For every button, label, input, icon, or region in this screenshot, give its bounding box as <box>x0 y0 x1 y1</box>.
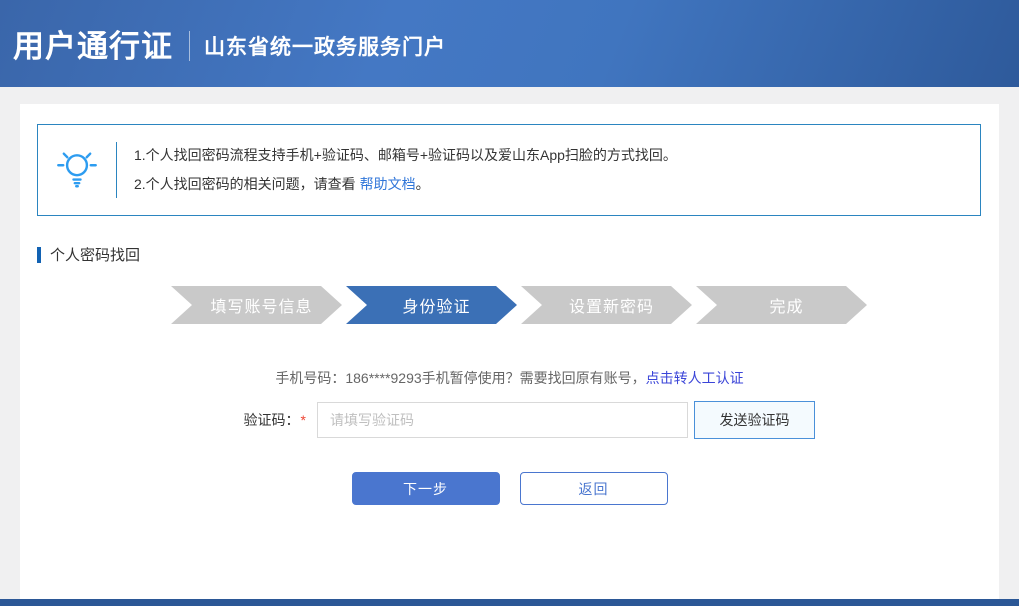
brand-divider <box>189 31 190 61</box>
footer-bar <box>0 599 1019 606</box>
section-title-bar <box>37 247 41 263</box>
required-asterisk: * <box>301 412 306 428</box>
captcha-label: 验证码：* <box>238 410 306 430</box>
site-brand: 用户通行证 <box>13 21 173 66</box>
portal-name: 山东省统一政务服务门户 <box>204 31 446 61</box>
step-identity-verification: 身份验证 <box>346 286 517 324</box>
steps-bar: 填写账号信息 身份验证 设置新密码 完成 <box>19 286 1019 324</box>
back-button[interactable]: 返回 <box>520 472 668 505</box>
captcha-input[interactable] <box>317 402 688 438</box>
notice-line-1: 1.个人找回密码流程支持手机+验证码、邮箱号+验证码以及爱山东App扫脸的方式找… <box>134 141 980 170</box>
step-complete: 完成 <box>696 286 867 324</box>
notice-icon-cell <box>38 125 116 215</box>
captcha-form-row: 验证码：* 发送验证码 <box>238 401 815 439</box>
section-title: 个人密码找回 <box>37 244 140 265</box>
send-code-button[interactable]: 发送验证码 <box>694 401 815 439</box>
help-doc-link[interactable]: 帮助文档 <box>360 176 416 192</box>
notice-box: 1.个人找回密码流程支持手机+验证码、邮箱号+验证码以及爱山东App扫脸的方式找… <box>37 124 981 216</box>
step-fill-account-info: 填写账号信息 <box>171 286 342 324</box>
phone-notice-text: 手机号码：186****9293手机暂停使用？需要找回原有账号， <box>275 370 645 386</box>
next-step-button[interactable]: 下一步 <box>352 472 500 505</box>
section-title-label: 个人密码找回 <box>50 244 140 265</box>
phone-notice: 手机号码：186****9293手机暂停使用？需要找回原有账号，点击转人工认证 <box>0 368 1019 388</box>
notice-text: 1.个人找回密码流程支持手机+验证码、邮箱号+验证码以及爱山东App扫脸的方式找… <box>117 125 980 215</box>
step-set-new-password: 设置新密码 <box>521 286 692 324</box>
action-buttons: 下一步 返回 <box>0 472 1019 505</box>
notice-line-2: 2.个人找回密码的相关问题，请查看 帮助文档。 <box>134 170 980 199</box>
lightbulb-icon <box>55 146 99 195</box>
header: 用户通行证 山东省统一政务服务门户 <box>0 0 1019 87</box>
manual-auth-link[interactable]: 点击转人工认证 <box>646 370 744 386</box>
